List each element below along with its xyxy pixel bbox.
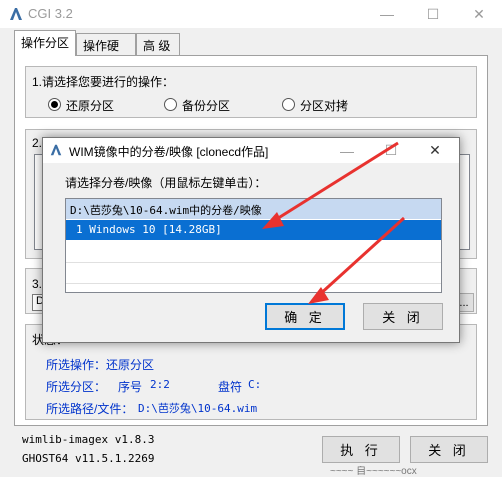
- image-list[interactable]: D:\芭莎兔\10-64.wim中的分卷/映像 1 Windows 10 [14…: [65, 198, 442, 293]
- run-button[interactable]: 执 行: [322, 436, 400, 463]
- dialog-title: WIM镜像中的分卷/映像 [clonecd作品]: [69, 145, 269, 159]
- maximize-button[interactable]: ☐: [410, 0, 456, 28]
- title-bar: CGI 3.2 — ☐ ✕: [0, 0, 502, 28]
- wimlib-version: wimlib-imagex v1.8.3: [22, 433, 155, 446]
- ok-button[interactable]: 确 定: [265, 303, 345, 330]
- status-drive-label: 盘符: [218, 380, 243, 394]
- dialog-cancel-button[interactable]: 关 闭: [363, 303, 443, 330]
- list-divider: [66, 283, 441, 284]
- radio-restore-label: 还原分区: [66, 99, 115, 113]
- radio-backup-label: 备份分区: [182, 99, 231, 113]
- radio-clone-label: 分区对拷: [300, 99, 349, 113]
- operation-group: 1.请选择您要进行的操作： 还原分区 备份分区 分区对拷: [25, 66, 477, 118]
- path-group-label: 3.: [32, 277, 43, 291]
- radio-backup[interactable]: 备份分区: [164, 97, 274, 113]
- image-list-item[interactable]: 1 Windows 10 [14.28GB]: [66, 220, 441, 240]
- dialog-prompt: 请选择分卷/映像（用鼠标左键单击）：: [65, 176, 267, 190]
- status-seq-value: 2:2: [150, 378, 170, 391]
- status-operation-value: 还原分区: [106, 358, 155, 372]
- partition-group-label: 2.: [32, 136, 43, 150]
- status-drive-value: C:: [248, 378, 262, 391]
- tab-disk[interactable]: 操作硬盘: [76, 33, 136, 70]
- dialog-app-icon: [50, 144, 62, 156]
- ghost-version: GHOST64 v11.5.1.2269: [22, 452, 155, 465]
- image-list-header: D:\芭莎兔\10-64.wim中的分卷/映像: [66, 199, 441, 219]
- tab-partition[interactable]: 操作分区: [14, 30, 76, 56]
- status-partition-label: 所选分区：: [46, 380, 107, 394]
- wim-image-dialog: WIM镜像中的分卷/映像 [clonecd作品] — ☐ ✕ 请选择分卷/映像（…: [42, 137, 460, 343]
- status-path-value: D:\芭莎兔\10-64.wim: [138, 402, 258, 415]
- dialog-title-bar: WIM镜像中的分卷/映像 [clonecd作品] — ☐ ✕: [43, 138, 459, 163]
- radio-restore[interactable]: 还原分区: [48, 97, 158, 113]
- background-window-text: ~~~~ 自~~~~~~ocx: [330, 466, 417, 477]
- radio-restore-indicator: [48, 98, 61, 111]
- status-operation-label: 所选操作：: [46, 358, 107, 372]
- radio-backup-indicator: [164, 98, 177, 111]
- window-title: CGI 3.2: [28, 6, 73, 21]
- radio-clone[interactable]: 分区对拷: [282, 97, 392, 113]
- dialog-close-button[interactable]: ✕: [413, 138, 457, 163]
- close-button[interactable]: ✕: [456, 0, 502, 28]
- operation-label: 1.请选择您要进行的操作：: [32, 75, 175, 89]
- list-divider: [66, 262, 441, 263]
- dialog-maximize-button[interactable]: ☐: [369, 138, 413, 163]
- radio-clone-indicator: [282, 98, 295, 111]
- status-seq-label: 序号: [118, 380, 143, 394]
- minimize-button[interactable]: —: [364, 0, 410, 28]
- tab-advanced[interactable]: 高 级: [136, 33, 180, 55]
- dialog-minimize-button[interactable]: —: [325, 138, 369, 163]
- footer-close-button[interactable]: 关 闭: [410, 436, 488, 463]
- status-path-label: 所选路径/文件：: [46, 402, 134, 416]
- app-icon: [10, 8, 22, 20]
